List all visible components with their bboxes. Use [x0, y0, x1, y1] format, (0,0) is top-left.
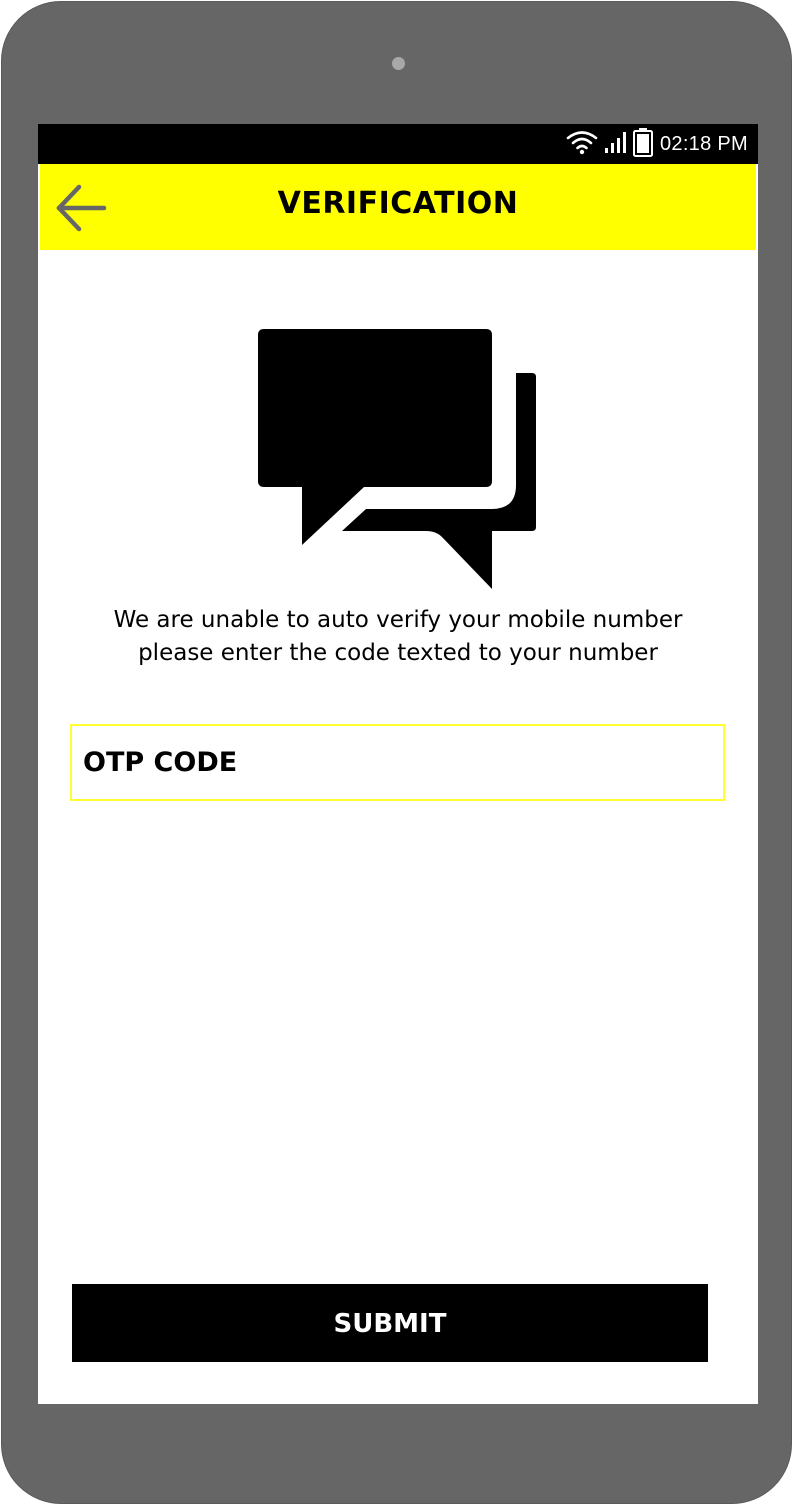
status-icons: 02:18 PM [566, 124, 748, 164]
message-line-2: please enter the code texted to your num… [138, 640, 658, 666]
verification-message: We are unable to auto verify your mobile… [78, 604, 718, 670]
submit-button[interactable]: SUBMIT [72, 1284, 708, 1362]
otp-code-input[interactable] [72, 726, 723, 799]
status-time: 02:18 PM [659, 132, 748, 155]
page-title: VERIFICATION [277, 186, 519, 221]
app-bar: VERIFICATION [40, 164, 756, 250]
device-frame: 02:18 PM VERIFICATION We are unable to a… [1, 1, 792, 1504]
app-screen: 02:18 PM VERIFICATION We are unable to a… [38, 124, 758, 1404]
front-camera [392, 57, 405, 70]
wifi-icon [566, 129, 598, 159]
signal-icon [604, 130, 626, 158]
chat-bubbles-icon [258, 329, 536, 589]
message-line-1: We are unable to auto verify your mobile… [113, 607, 683, 633]
battery-icon [632, 127, 654, 161]
status-bar: 02:18 PM [38, 124, 758, 164]
otp-field [70, 724, 725, 801]
